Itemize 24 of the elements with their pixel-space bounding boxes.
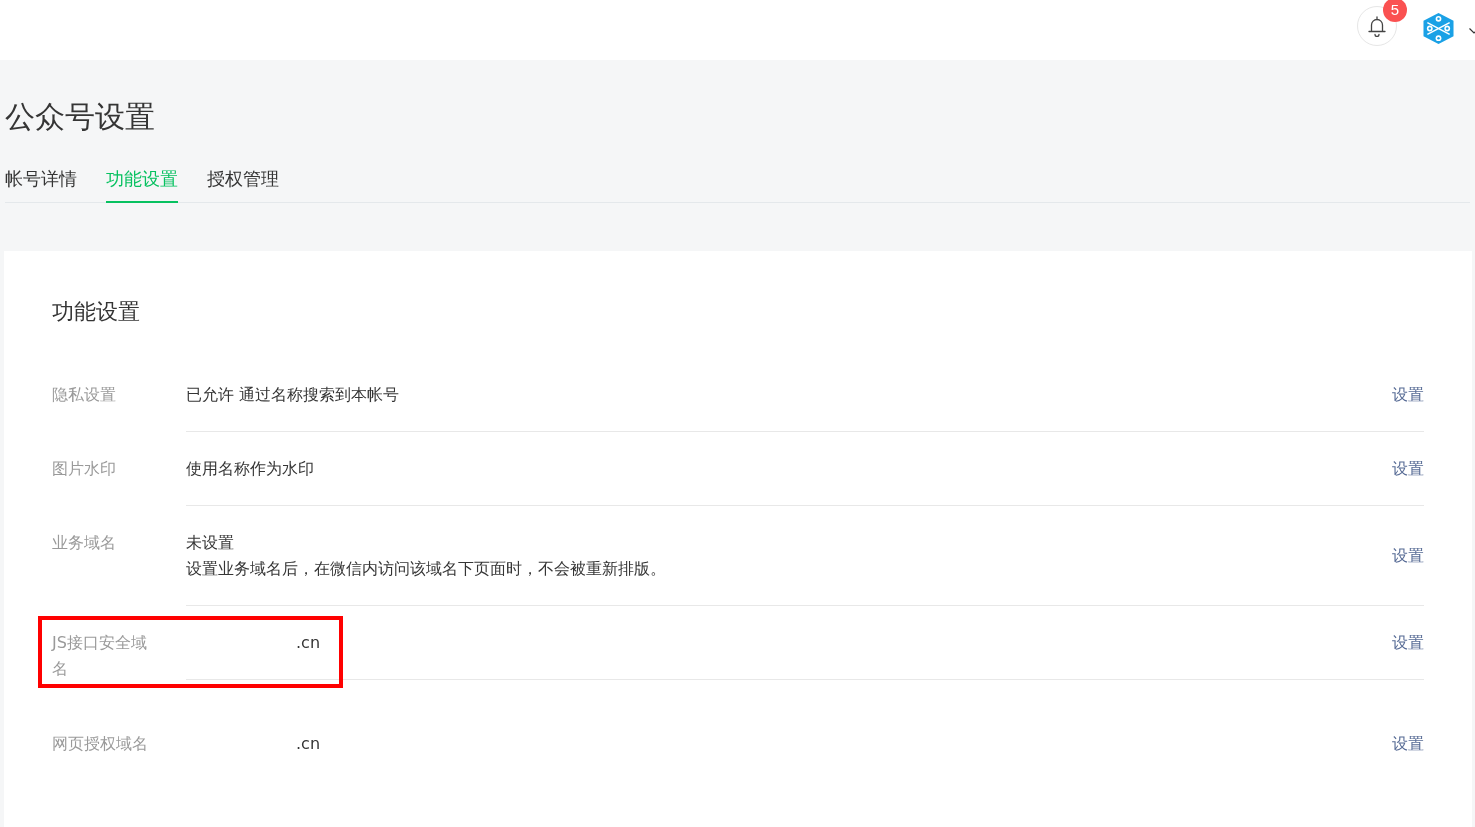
setting-value: 使用名称作为水印: [186, 457, 315, 480]
setting-label: 业务域名: [52, 531, 117, 554]
settings-link[interactable]: 设置: [1392, 542, 1424, 569]
settings-link[interactable]: 设置: [1392, 629, 1424, 656]
bell-icon: [1368, 15, 1386, 37]
tab[interactable]: 授权管理: [207, 166, 279, 203]
setting-label: JS接口安全域名: [52, 631, 148, 680]
settings-link[interactable]: 设置: [1392, 455, 1424, 482]
setting-label: 隐私设置: [52, 383, 117, 406]
chevron-down-icon[interactable]: [1469, 28, 1475, 34]
setting-label: 图片水印: [52, 457, 117, 480]
settings-link[interactable]: 设置: [1392, 730, 1424, 757]
card-title: 功能设置: [52, 298, 141, 326]
setting-value: .cn: [296, 631, 322, 654]
setting-label: 网页授权域名: [52, 732, 149, 755]
notification-count: 5: [1383, 0, 1407, 22]
tab[interactable]: 帐号详情: [5, 166, 77, 203]
page-title: 公众号设置: [5, 98, 156, 136]
setting-value: .cn: [296, 732, 322, 755]
settings-link[interactable]: 设置: [1392, 381, 1424, 408]
setting-note: 设置业务域名后，在微信内访问该域名下页面时，不会被重新排版。: [186, 557, 667, 580]
hexagon-logo-icon[interactable]: [1423, 12, 1454, 44]
setting-value: 未设置: [186, 531, 235, 554]
setting-value: 已允许 通过名称搜索到本帐号: [186, 383, 401, 406]
